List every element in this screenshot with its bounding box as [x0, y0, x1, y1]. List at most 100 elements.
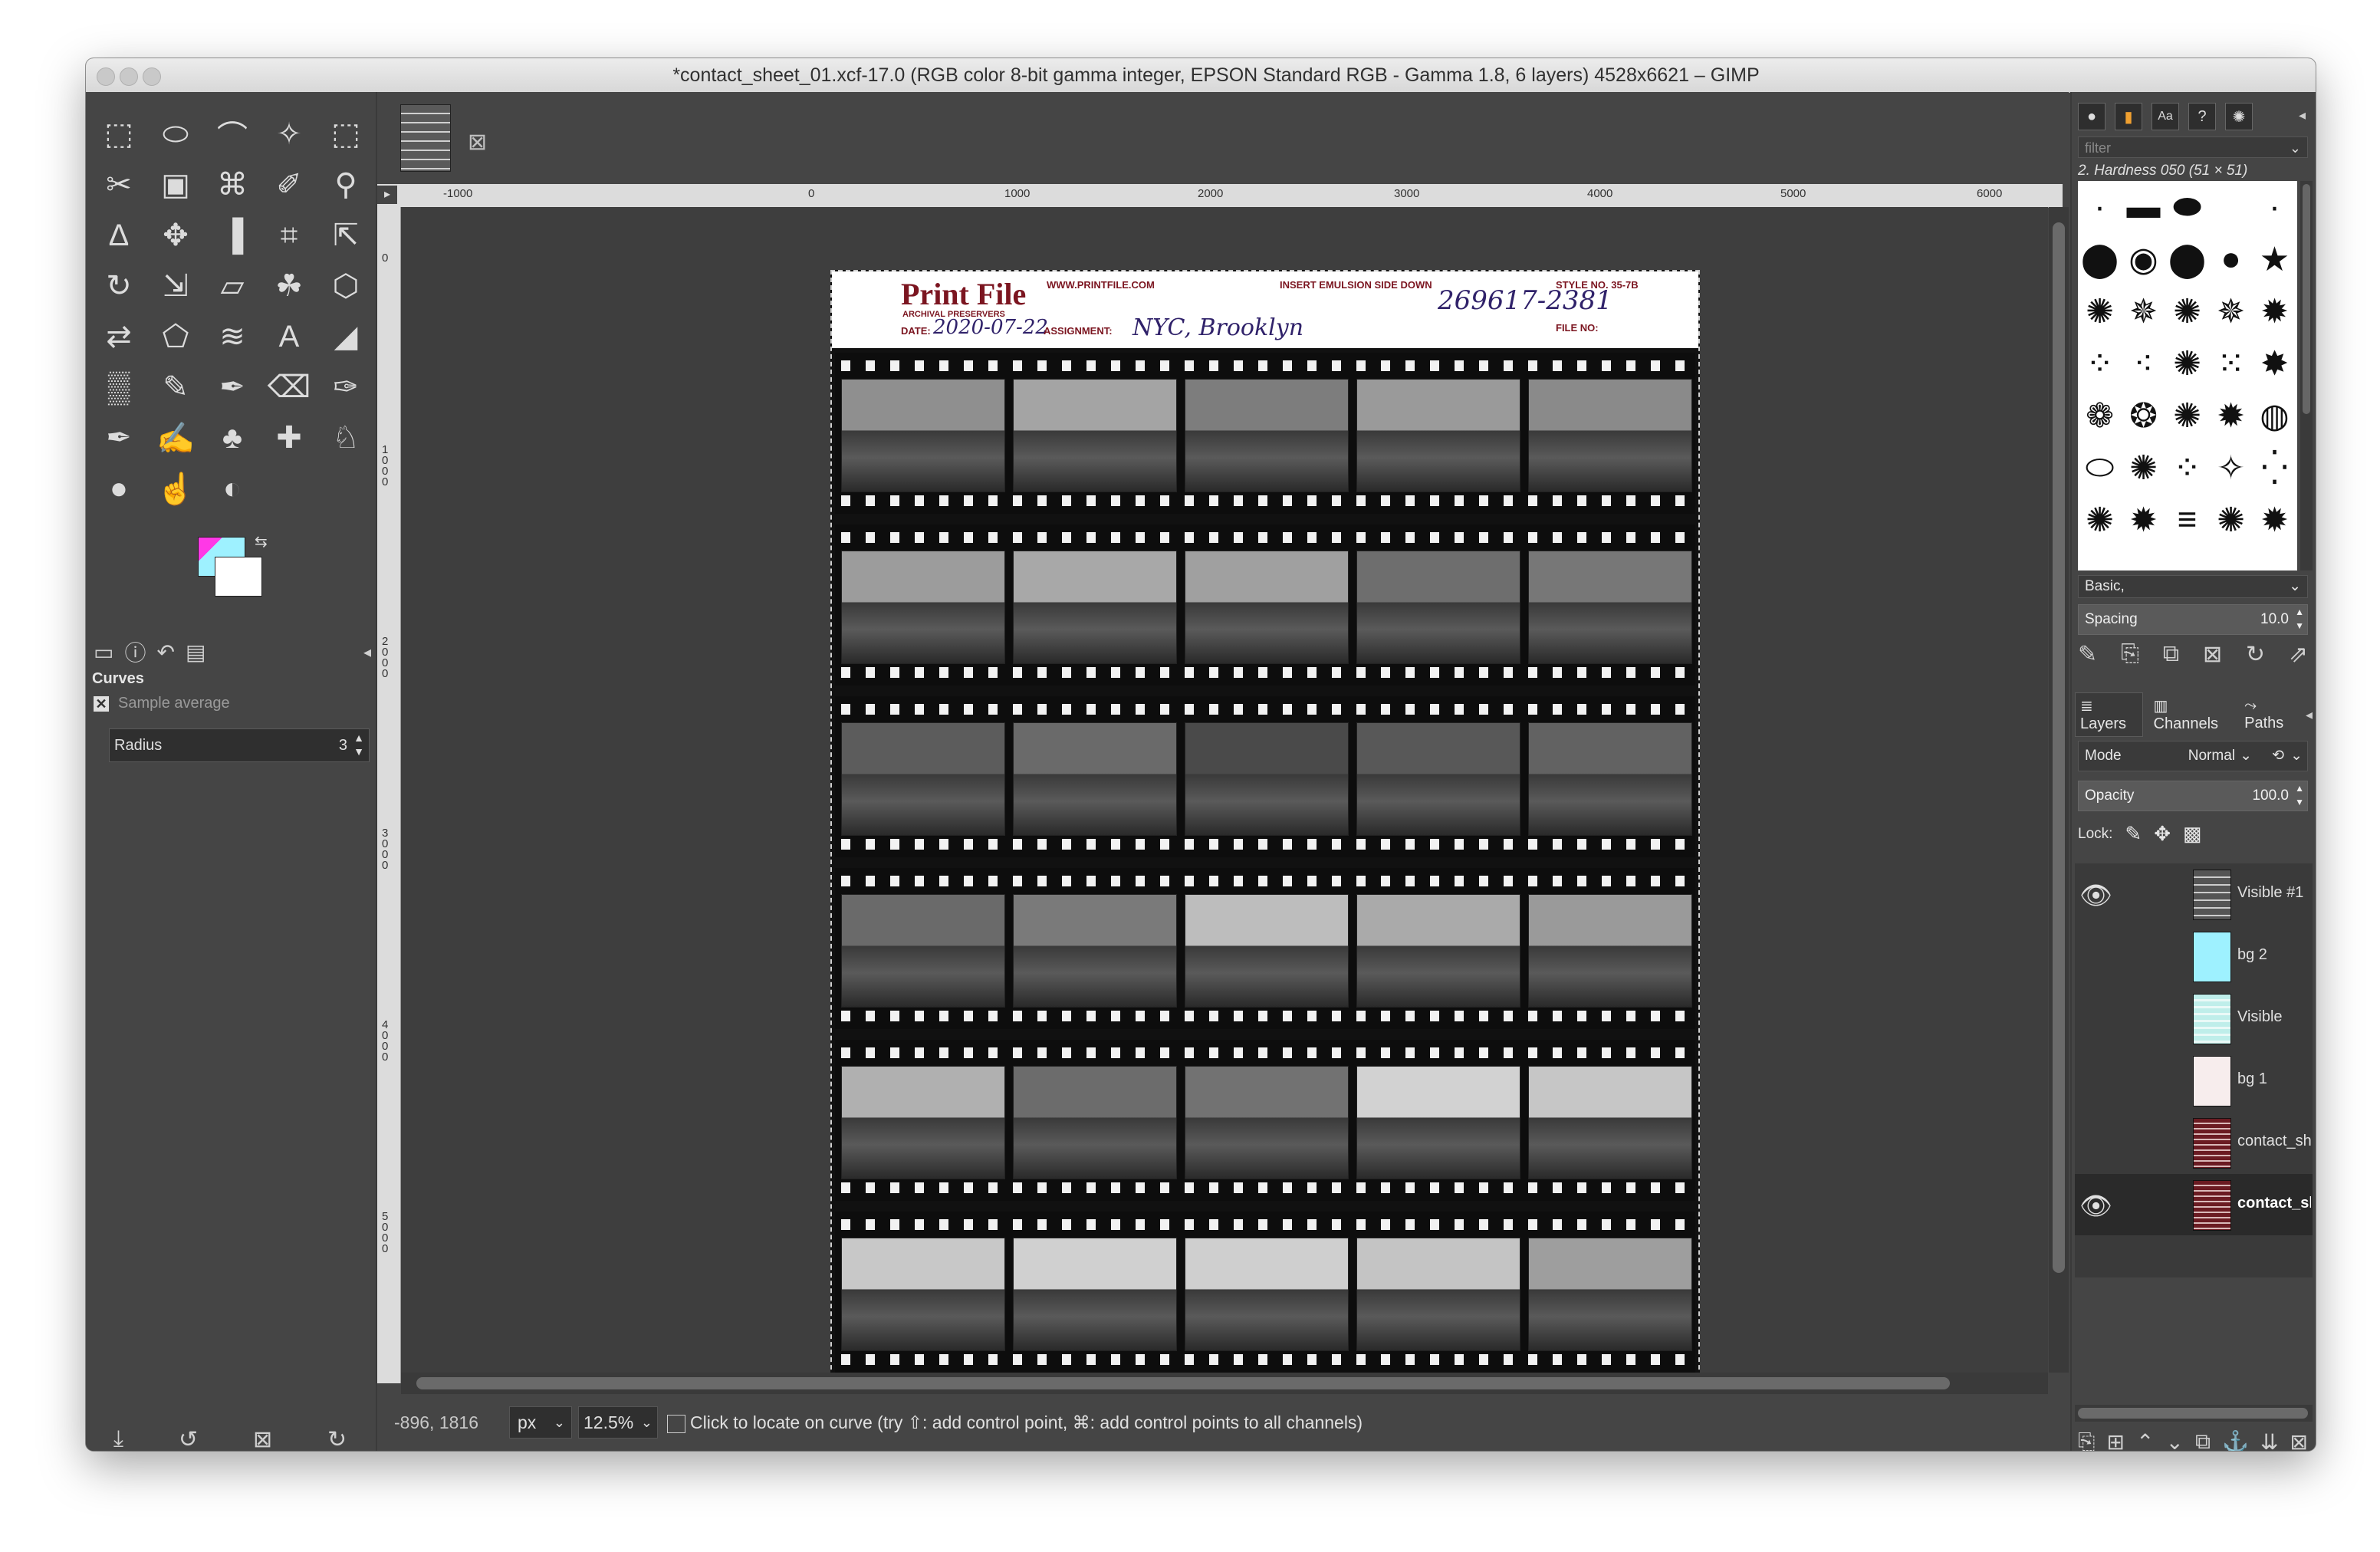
pencil-icon[interactable]: ✎	[147, 362, 204, 413]
ellipse-select-icon[interactable]: ⬭	[147, 109, 204, 159]
mypaint-brush-icon[interactable]: ✍	[147, 413, 204, 463]
spacing-spinbox[interactable]: Spacing 10.0 ▲ ▼	[2078, 604, 2308, 635]
brush-preset-icon[interactable]: ✹	[2209, 390, 2253, 442]
blur-icon[interactable]: ●	[90, 463, 147, 514]
contact-sheet-image[interactable]: Print File ARCHIVAL PRESERVERS WWW.PRINT…	[830, 270, 1700, 1373]
reset-mode-icon[interactable]: ⟲	[2272, 741, 2284, 771]
close-window-button[interactable]	[97, 67, 115, 86]
fuzzy-select-icon[interactable]: ✧	[261, 109, 317, 159]
duplicate-brush-icon[interactable]: ⧉	[2163, 641, 2179, 668]
clone-icon[interactable]: ♣	[204, 413, 261, 463]
radius-spinbox[interactable]: Radius 3 ▲ ▼	[109, 728, 370, 762]
radius-value[interactable]: 3	[339, 737, 347, 755]
device-status-icon[interactable]: ▭	[94, 640, 113, 665]
edit-brush-icon[interactable]: ✎	[2078, 641, 2097, 668]
brush-scrollbar[interactable]	[2300, 181, 2313, 570]
brush-preset-icon[interactable]: ✺	[2209, 494, 2253, 546]
brush-preset-icon[interactable]: ✹	[2253, 285, 2296, 337]
reset-options-icon[interactable]: ↻	[327, 1426, 347, 1451]
tool-options-icon[interactable]: ⓘ	[124, 636, 146, 667]
rotate-icon[interactable]: ↻	[90, 261, 147, 311]
lock-position-icon[interactable]: ✥	[2154, 822, 2171, 846]
brush-preset-icon[interactable]: ◍	[2253, 390, 2296, 442]
open-brush-icon[interactable]: ⇗	[2289, 641, 2308, 668]
brush-preset-icon[interactable]: ⁛	[2253, 442, 2296, 494]
measure-icon[interactable]: ∆	[90, 210, 147, 261]
paintbrush-icon[interactable]: ✒	[204, 362, 261, 413]
visibility-eye-icon[interactable]: 👁	[2079, 880, 2112, 911]
brush-preset-icon[interactable]: ▬	[2122, 181, 2165, 233]
bucket-fill-icon[interactable]: ◢	[317, 311, 374, 362]
brush-set-select[interactable]: Basic, ⌄	[2078, 575, 2308, 598]
lock-alpha-icon[interactable]: ▩	[2183, 822, 2202, 846]
dodge-burn-icon[interactable]: ◐	[204, 463, 261, 514]
layer-name[interactable]: bg 1	[2237, 1070, 2311, 1088]
dynamics-tab-icon[interactable]: ✺	[2225, 103, 2253, 130]
layers-horizontal-scrollbar[interactable]	[2075, 1405, 2313, 1422]
gradient-icon[interactable]: ▒	[90, 362, 147, 413]
vertical-scrollbar[interactable]	[2049, 207, 2069, 1373]
flip-icon[interactable]: ⇄	[90, 311, 147, 362]
tab-channels[interactable]: ▥ Channels	[2149, 693, 2234, 736]
move-icon[interactable]: ✥	[147, 210, 204, 261]
anchor-layer-icon[interactable]: ⚓	[2222, 1429, 2249, 1451]
brush-preset-icon[interactable]: ✵	[2122, 285, 2165, 337]
foreground-select-icon[interactable]: ▣	[147, 159, 204, 210]
brush-preset-icon[interactable]: ❁	[2078, 390, 2122, 442]
brush-preset-icon[interactable]: ⁘	[2078, 337, 2122, 390]
sample-average-row[interactable]: ✕ Sample average	[94, 695, 230, 712]
brush-preset-icon[interactable]: ·	[2253, 181, 2296, 233]
perspective-icon[interactable]: ⬡	[317, 261, 374, 311]
zoom-window-button[interactable]	[143, 67, 161, 86]
scissors-icon[interactable]: ✂	[90, 159, 147, 210]
layer-thumbnail[interactable]	[2193, 1056, 2231, 1106]
layer-thumbnail[interactable]	[2193, 1180, 2231, 1231]
color-swatches[interactable]: ⇆	[184, 534, 268, 606]
brush-preset-icon[interactable]: ✵	[2209, 285, 2253, 337]
brush-preset-icon[interactable]: ⁖	[2122, 337, 2165, 390]
spin-arrows-icon[interactable]: ▲ ▼	[2295, 781, 2304, 809]
brush-preset-icon[interactable]: ✺	[2078, 494, 2122, 546]
undo-history-icon[interactable]: ↶	[156, 640, 174, 665]
quick-mask-menu-icon[interactable]: ▸	[377, 186, 397, 204]
layer-thumbnail[interactable]	[2193, 870, 2231, 920]
brush-preset-icon[interactable]: ⬤	[2078, 233, 2122, 285]
brush-preset-icon[interactable]: ·	[2078, 181, 2122, 233]
layer-row[interactable]: bg 2	[2075, 926, 2313, 987]
rect-select-icon[interactable]: ⬚	[90, 109, 147, 159]
select-by-color-icon[interactable]: ⬚	[317, 109, 374, 159]
duplicate-layer-icon[interactable]: ⧉	[2195, 1429, 2211, 1451]
heal-icon[interactable]: ✚	[261, 413, 317, 463]
spin-arrows-icon[interactable]: ▲ ▼	[2295, 605, 2304, 633]
background-color-swatch[interactable]	[215, 557, 262, 597]
layer-row[interactable]: 👁 Visible #1	[2075, 863, 2313, 925]
raise-layer-icon[interactable]: ⌃	[2136, 1429, 2154, 1451]
vertical-scrollbar-thumb[interactable]	[2053, 222, 2065, 1273]
shear-icon[interactable]: ▱	[204, 261, 261, 311]
close-icon[interactable]: ✕	[94, 695, 109, 712]
save-options-icon[interactable]: ⤓	[113, 1426, 123, 1451]
restore-options-icon[interactable]: ↺	[179, 1426, 198, 1451]
brush-preset-icon[interactable]: ⬬	[2165, 181, 2209, 233]
layer-thumbnail[interactable]	[2193, 1118, 2231, 1169]
swap-colors-icon[interactable]: ⇆	[255, 532, 268, 551]
layer-row[interactable]: Visible	[2075, 988, 2313, 1049]
zoom-select[interactable]: 12.5% ⌄	[578, 1406, 658, 1439]
patterns-tab-icon[interactable]: ▮	[2115, 103, 2142, 130]
crop-icon[interactable]: ⌗	[261, 210, 317, 261]
horizontal-ruler[interactable]: ▸ -1000 0 1000 2000 3000 4000 5000 6000	[377, 184, 2063, 208]
brush-preset-icon[interactable]: ✧	[2209, 442, 2253, 494]
images-icon[interactable]: ▤	[186, 640, 205, 665]
horizontal-scrollbar[interactable]	[401, 1373, 2048, 1394]
tab-paths[interactable]: ⤳ Paths	[2240, 694, 2299, 735]
lower-layer-icon[interactable]: ⌄	[2165, 1429, 2183, 1451]
visibility-eye-icon[interactable]: 👁	[2079, 1191, 2112, 1222]
opacity-spinbox[interactable]: Opacity 100.0 ▲ ▼	[2078, 781, 2308, 811]
unified-transform-icon[interactable]: ⇱	[317, 210, 374, 261]
spacing-value[interactable]: 10.0	[2260, 605, 2289, 634]
merge-layer-icon[interactable]: ⇊	[2260, 1429, 2278, 1451]
ink-icon[interactable]: ✒	[90, 413, 147, 463]
brush-preset-icon[interactable]: ★	[2253, 233, 2296, 285]
brush-grid[interactable]: · ▬ ⬬ · ⬤ ◉ ⬤ ● ★ ✺ ✵ ✺ ✵ ✹ ⁘ ⁖ ✺ ⁙ ✸ ❁ ❂ ✺ ✹ ◍ ⬭ ✺ ⁘ ✧ ⁛ ✺ ✹ ≡ ✺ ✹	[2078, 181, 2297, 570]
new-layer-icon[interactable]: ⎘	[2078, 1429, 2095, 1451]
